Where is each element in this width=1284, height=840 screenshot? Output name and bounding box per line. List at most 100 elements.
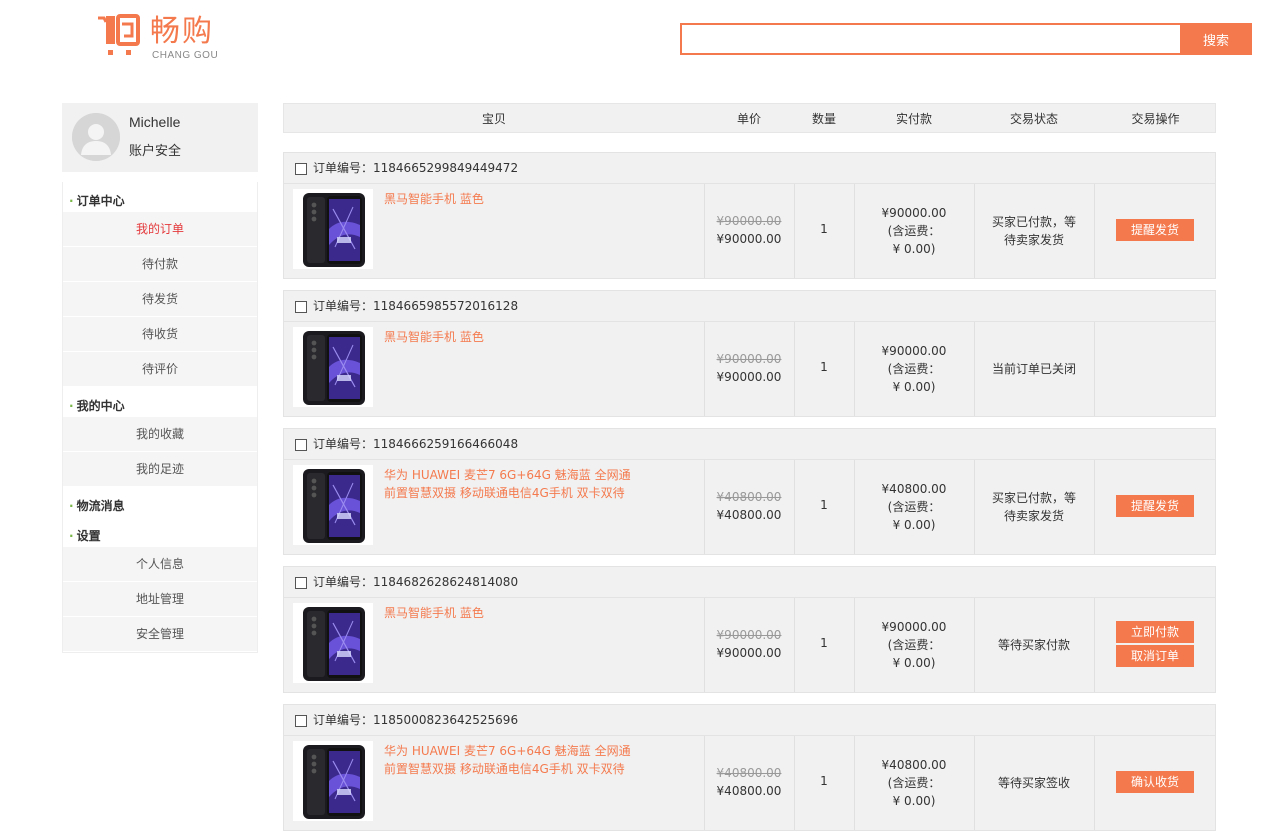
quantity: 1 (820, 498, 828, 512)
order-body: 黑马智能手机 蓝色 ¥90000.00 ¥90000.00 1 ¥90000.0… (284, 598, 1215, 692)
sidebar-item-footprints[interactable]: 我的足迹 (63, 452, 257, 487)
paid-amount: ¥90000.00 (含运费： ¥ 0.00) (854, 618, 974, 672)
sidebar-item-pending-review[interactable]: 待评价 (63, 352, 257, 387)
sidebar-menu: · 订单中心 我的订单 待付款 待发货 待收货 待评价 · 我的中心 我的收藏 我的… (62, 182, 258, 653)
order-number-label: 订单编号： (313, 437, 374, 451)
cart-logo-icon (98, 14, 140, 55)
sidebar-item-address[interactable]: 地址管理 (63, 582, 257, 617)
bullet-dot-icon: · (69, 529, 74, 543)
phone-image-icon (293, 603, 373, 683)
column-header-item: 宝贝 (481, 112, 506, 126)
order-card: 订单编号：1185000823642525696 华为 HUAWEI 麦芒7 6… (283, 704, 1216, 831)
order-number: 订单编号：1184682628624814080 (313, 567, 518, 598)
product-name-link[interactable]: 黑马智能手机 蓝色 (384, 604, 684, 622)
search-button[interactable]: 搜索 (1180, 23, 1252, 55)
product-name-link[interactable]: 黑马智能手机 蓝色 (384, 190, 684, 208)
order-header: 订单编号：1184665985572016128 (284, 291, 1215, 322)
user-avatar-icon (72, 113, 120, 161)
order-number-value: 1184665299849449472 (373, 161, 519, 175)
product-name-link[interactable]: 黑马智能手机 蓝色 (384, 328, 684, 346)
shipping-fee: ¥ 0.00) (892, 380, 936, 394)
unit-price: ¥90000.00 (716, 370, 782, 384)
search-input[interactable] (680, 23, 1182, 55)
menu-group-title: · 我的中心 (63, 395, 257, 417)
order-status-text[interactable]: 等待买家付款 (974, 636, 1094, 654)
order-status-text[interactable]: 等待买家签收 (974, 774, 1094, 792)
menu-group-title[interactable]: · 物流消息 (63, 495, 257, 517)
bullet-dot-icon: · (69, 194, 74, 208)
column-divider (1094, 598, 1095, 692)
sidebar-item-pending-shipment[interactable]: 待发货 (63, 282, 257, 317)
order-action-button[interactable]: 立即付款 (1116, 621, 1194, 643)
shipping-fee: ¥ 0.00) (892, 242, 936, 256)
original-price: ¥40800.00 (716, 490, 782, 504)
product-thumbnail[interactable] (293, 603, 373, 683)
unit-price: ¥40800.00 (716, 508, 782, 522)
order-checkbox[interactable] (295, 439, 307, 451)
order-action-button[interactable]: 提醒发货 (1116, 219, 1194, 241)
order-status: 当前订单已关闭 (974, 360, 1094, 378)
account-security-link[interactable]: 账户安全 (129, 140, 181, 159)
column-header-paid: 实付款 (895, 112, 932, 126)
avatar[interactable] (72, 113, 120, 161)
unit-price: ¥90000.00 (716, 232, 782, 246)
product-thumbnail[interactable] (293, 465, 373, 545)
user-profile: Michelle 账户安全 (62, 103, 258, 172)
order-status: 等待买家付款 (974, 636, 1094, 654)
order-card: 订单编号：1184682628624814080 黑马智能手机 蓝色 ¥9000… (283, 566, 1216, 693)
sidebar-item-favorites[interactable]: 我的收藏 (63, 417, 257, 452)
order-action-button[interactable]: 提醒发货 (1116, 495, 1194, 517)
order-action-button[interactable]: 取消订单 (1116, 645, 1194, 667)
phone-image-icon (293, 189, 373, 269)
phone-image-icon (293, 741, 373, 821)
order-number-value: 1184682628624814080 (373, 575, 519, 589)
order-checkbox[interactable] (295, 577, 307, 589)
phone-image-icon (293, 327, 373, 407)
order-action-button[interactable]: 确认收货 (1116, 771, 1194, 793)
paid-amount: ¥40800.00 (含运费： ¥ 0.00) (854, 480, 974, 534)
product-thumbnail[interactable] (293, 189, 373, 269)
sidebar-item-pending-receipt[interactable]: 待收货 (63, 317, 257, 352)
order-number-label: 订单编号： (313, 299, 374, 313)
product-thumbnail[interactable] (293, 741, 373, 821)
search-bar: 搜索 (680, 23, 1252, 55)
quantity: 1 (820, 222, 828, 236)
order-status: 买家已付款，等待卖家发货 (974, 213, 1094, 249)
order-status-text[interactable]: 买家已付款，等待卖家发货 (992, 489, 1076, 525)
logo[interactable]: 畅购 CHANG GOU (96, 12, 226, 64)
order-checkbox[interactable] (295, 163, 307, 175)
column-divider (1094, 322, 1095, 416)
column-header-quantity: 数量 (811, 112, 836, 126)
sidebar-item-my-orders[interactable]: 我的订单 (63, 212, 257, 247)
order-number-value: 1184665985572016128 (373, 299, 519, 313)
original-price: ¥90000.00 (716, 214, 782, 228)
order-status-text[interactable]: 当前订单已关闭 (974, 360, 1094, 378)
order-status-text[interactable]: 买家已付款，等待卖家发货 (992, 213, 1076, 249)
order-number: 订单编号：1185000823642525696 (313, 705, 518, 736)
product-name-link[interactable]: 华为 HUAWEI 麦芒7 6G+64G 魅海蓝 全网通 前置智慧双摄 移动联通… (384, 466, 634, 502)
column-divider (1094, 736, 1095, 830)
shipping-fee: ¥ 0.00) (892, 656, 936, 670)
column-divider (704, 184, 705, 278)
sidebar-item-personal-info[interactable]: 个人信息 (63, 547, 257, 582)
site-header: 畅购 CHANG GOU 搜索 (0, 0, 1284, 80)
sidebar: Michelle 账户安全 · 订单中心 我的订单 待付款 待发货 待收货 待评价… (62, 103, 258, 653)
shipping-label: (含运费： (887, 224, 941, 238)
menu-group-my-center: · 我的中心 我的收藏 我的足迹 (63, 387, 257, 487)
quantity: 1 (820, 360, 828, 374)
order-body: 黑马智能手机 蓝色 ¥90000.00 ¥90000.00 1 ¥90000.0… (284, 322, 1215, 416)
order-number: 订单编号：1184665985572016128 (313, 291, 518, 322)
order-header: 订单编号：1184666259166466048 (284, 429, 1215, 460)
order-list: 宝贝 单价 数量 实付款 交易状态 交易操作 (283, 103, 1216, 133)
order-checkbox[interactable] (295, 715, 307, 727)
order-number-value: 1185000823642525696 (373, 713, 519, 727)
order-checkbox[interactable] (295, 301, 307, 313)
paid-total: ¥40800.00 (881, 758, 947, 772)
sidebar-item-pending-payment[interactable]: 待付款 (63, 247, 257, 282)
sidebar-item-security[interactable]: 安全管理 (63, 617, 257, 652)
shipping-fee: ¥ 0.00) (892, 794, 936, 808)
column-header-unit-price: 单价 (736, 112, 761, 126)
product-thumbnail[interactable] (293, 327, 373, 407)
unit-price: ¥90000.00 (716, 646, 782, 660)
product-name-link[interactable]: 华为 HUAWEI 麦芒7 6G+64G 魅海蓝 全网通 前置智慧双摄 移动联通… (384, 742, 634, 778)
